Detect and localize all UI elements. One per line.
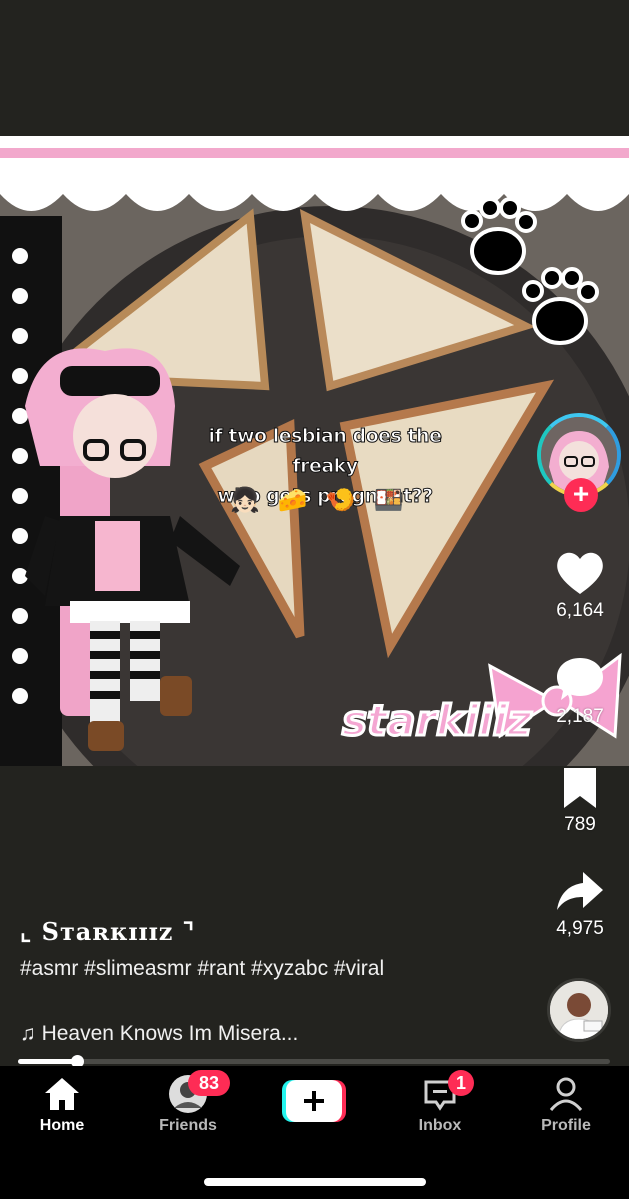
create-button[interactable]	[282, 1080, 346, 1122]
friends-badge: 83	[188, 1070, 230, 1096]
overlay-caption-line1: if two lesbian does the freaky	[208, 425, 442, 478]
heart-icon	[557, 552, 603, 594]
post-caption[interactable]: #asmr #slimeasmr #rant #xyzabc #viral	[20, 955, 440, 983]
creator-username[interactable]: ⌞ Sтaʀкɪɪɪz ⌝	[20, 917, 195, 946]
bookmark-icon	[564, 768, 596, 808]
video-progress-bar[interactable]	[18, 1055, 610, 1068]
share-arrow-icon	[557, 872, 603, 910]
video-progress-fill	[18, 1059, 78, 1064]
follow-plus-button[interactable]: +	[564, 478, 598, 512]
home-icon	[45, 1078, 79, 1110]
like-button[interactable]: 6,164	[530, 550, 629, 622]
profile-icon	[549, 1077, 583, 1111]
nav-profile-label: Profile	[541, 1117, 591, 1134]
share-button[interactable]: 4,975	[530, 870, 629, 940]
sound-title[interactable]: ♫ Heaven Knows Im Misera...	[20, 1022, 298, 1046]
nav-inbox[interactable]: Inbox	[385, 1074, 495, 1135]
comment-button[interactable]: 2,187	[530, 656, 629, 728]
share-count: 4,975	[556, 918, 604, 939]
save-button[interactable]: 789	[530, 766, 629, 836]
comment-count: 2,187	[556, 706, 604, 727]
like-count: 6,164	[556, 600, 604, 621]
watermark: starkiiiz	[341, 695, 534, 747]
comment-icon	[557, 658, 603, 700]
save-count: 789	[564, 814, 596, 835]
nav-friends-label: Friends	[159, 1117, 217, 1134]
nav-home[interactable]: Home	[7, 1074, 117, 1135]
plus-icon	[282, 1080, 346, 1122]
overlay-emoji: 👧🏻🧀🍤🍱	[230, 487, 422, 514]
sound-disc-icon	[550, 981, 608, 1039]
home-indicator	[204, 1178, 426, 1186]
nav-profile[interactable]: Profile	[511, 1074, 621, 1135]
sound-avatar[interactable]	[547, 978, 611, 1042]
inbox-badge: 1	[448, 1070, 474, 1096]
nav-home-label: Home	[39, 1117, 85, 1134]
nav-inbox-label: Inbox	[418, 1117, 462, 1134]
